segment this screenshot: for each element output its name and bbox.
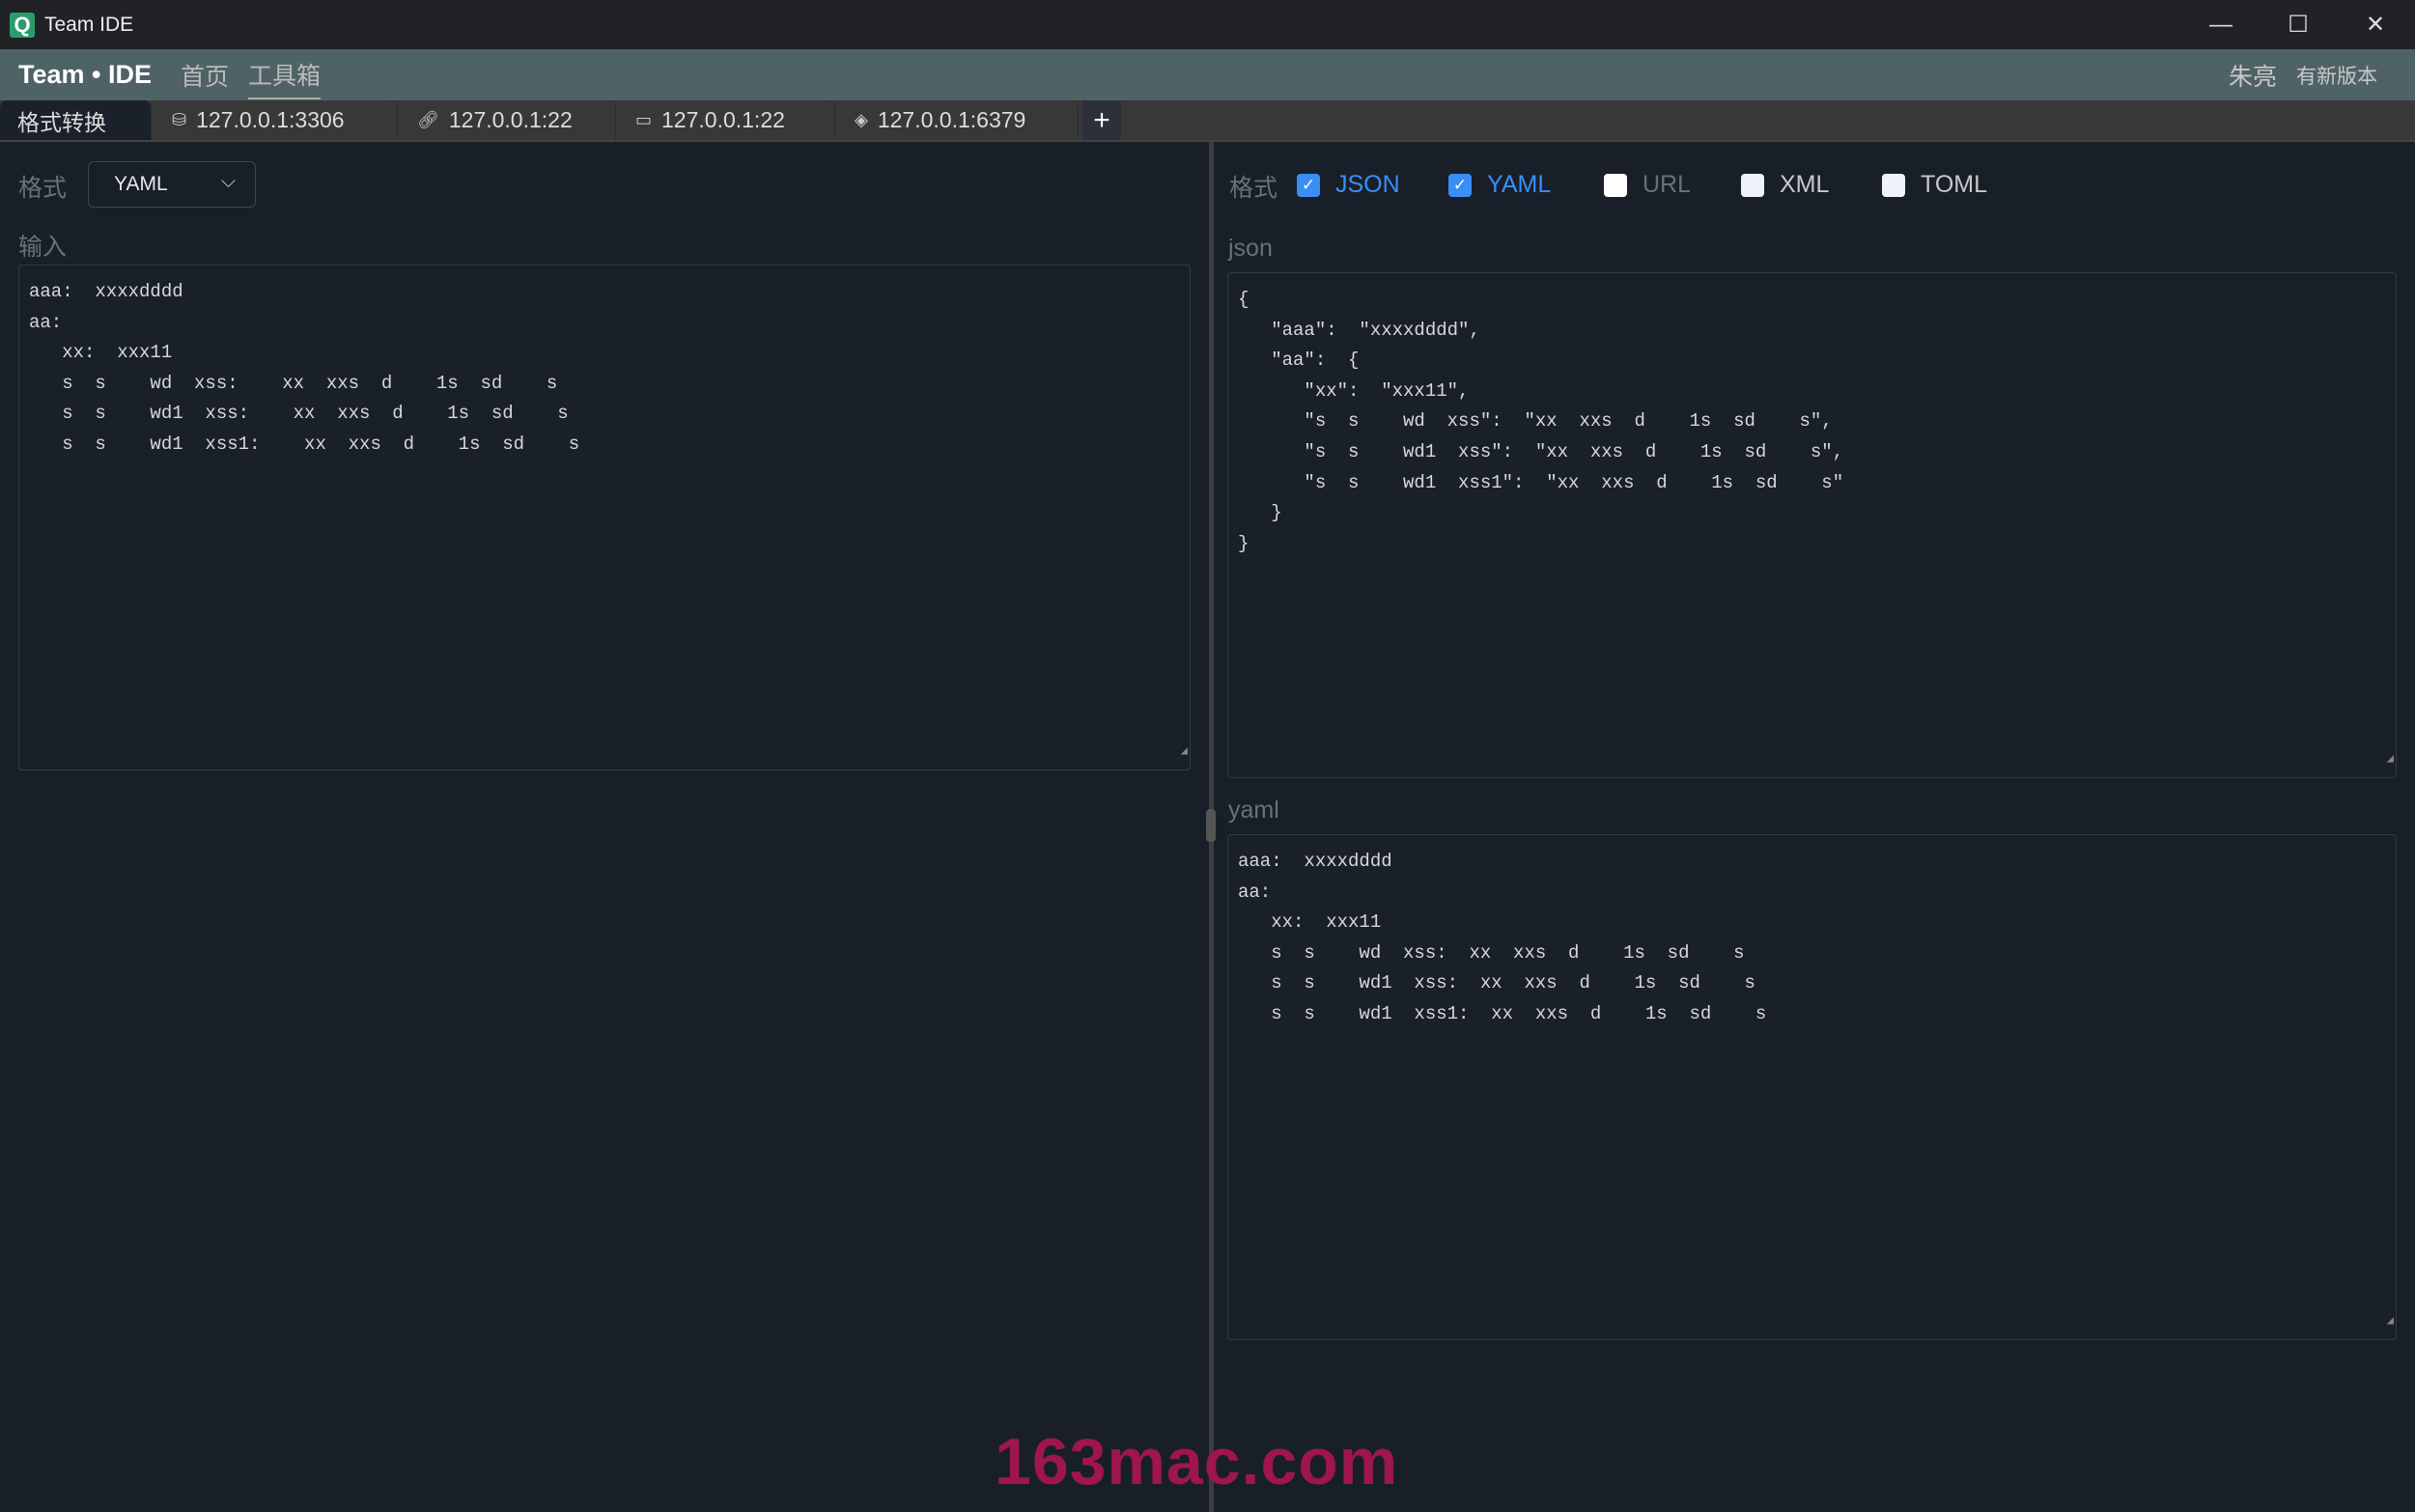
format-label: 格式 (18, 175, 68, 202)
ftp-icon: ▭ (635, 110, 653, 129)
input-textarea[interactable]: aaa: xxxxdddd aa: xx: xxx11 s s wd xss: … (18, 265, 1191, 770)
checkbox-box (1741, 173, 1764, 197)
user-name[interactable]: 朱亮 (2229, 58, 2277, 93)
yaml-output-textarea[interactable]: aaa: xxxxdddd aa: xx: xxx11 s s wd xss: … (1227, 834, 2397, 1340)
brand: Team • IDE (18, 60, 152, 89)
checkbox-label: URL (1643, 171, 1692, 198)
tab-label: 127.0.0.1:22 (448, 107, 573, 132)
add-tab-button[interactable]: + (1082, 100, 1121, 140)
checkbox-label: TOML (1921, 171, 1987, 198)
tab-mysql[interactable]: ⛁ 127.0.0.1:3306 (154, 100, 398, 140)
watermark: 163mac.com (995, 1425, 1399, 1498)
resize-handle-icon[interactable]: ◢ (2387, 1306, 2394, 1337)
checkbox-box (1882, 173, 1905, 197)
close-button[interactable]: ✕ (2337, 0, 2414, 49)
nav-home[interactable]: 首页 (181, 52, 229, 98)
checkbox-xml[interactable]: XML (1741, 171, 1829, 199)
yaml-text: aaa: xxxxdddd aa: xx: xxx11 s s wd xss: … (1238, 851, 1767, 1024)
tab-ssh[interactable]: 🔗︎ 127.0.0.1:22 (398, 100, 616, 140)
checkbox-yaml[interactable]: ✓ YAML (1448, 171, 1551, 199)
tab-label: 格式转换 (17, 109, 106, 135)
tab-ftp[interactable]: ▭ 127.0.0.1:22 (616, 100, 835, 140)
yaml-label: yaml (1228, 797, 1279, 824)
json-label: json (1228, 235, 1273, 262)
output-format-label: 格式 (1229, 175, 1278, 202)
json-text: { "aaa": "xxxxdddd", "aa": { "xx": "xxx1… (1238, 289, 1844, 554)
checkbox-json[interactable]: ✓ JSON (1297, 171, 1400, 199)
resize-handle-icon[interactable]: ◢ (1181, 737, 1188, 768)
checkbox-label: YAML (1487, 171, 1552, 198)
checkbox-box (1604, 173, 1627, 197)
database-icon: ⛁ (172, 110, 187, 129)
app-header: Team • IDE 首页 工具箱 朱亮 有新版本 (0, 49, 2415, 100)
input-label: 输入 (18, 234, 68, 261)
check-icon: ✓ (1297, 173, 1320, 197)
check-icon: ✓ (1448, 173, 1472, 197)
tab-label: 127.0.0.1:3306 (196, 107, 345, 132)
checkbox-label: XML (1780, 171, 1830, 198)
json-output-textarea[interactable]: { "aaa": "xxxxdddd", "aa": { "xx": "xxx1… (1227, 272, 2397, 778)
tab-label: 127.0.0.1:22 (661, 107, 785, 132)
format-select[interactable]: YAML ⌵ (88, 161, 256, 208)
minimize-button[interactable]: — (2182, 0, 2260, 49)
resize-handle-icon[interactable]: ◢ (2387, 744, 2394, 775)
checkbox-url[interactable]: URL (1604, 171, 1691, 199)
window-title: Team IDE (44, 13, 134, 36)
tab-label: 127.0.0.1:6379 (877, 107, 1026, 132)
update-link[interactable]: 有新版本 (2296, 61, 2377, 90)
app-logo-icon: Q (10, 12, 35, 38)
splitter-handle[interactable] (1206, 809, 1216, 842)
checkbox-label: JSON (1335, 171, 1400, 198)
title-bar: Q Team IDE — ☐ ✕ (0, 0, 2415, 49)
link-icon: 🔗︎ (417, 110, 439, 129)
nav-toolbox[interactable]: 工具箱 (248, 51, 322, 99)
maximize-button[interactable]: ☐ (2260, 0, 2337, 49)
tab-bar: 格式转换 ⛁ 127.0.0.1:3306 🔗︎ 127.0.0.1:22 ▭ 127… (0, 100, 2415, 142)
format-select-value: YAML (114, 173, 168, 195)
checkbox-toml[interactable]: TOML (1882, 171, 1987, 199)
input-text: aaa: xxxxdddd aa: xx: xxx11 s s wd xss: … (29, 281, 580, 455)
tab-format-convert[interactable]: 格式转换 (0, 100, 152, 140)
chevron-down-icon: ⌵ (220, 171, 236, 192)
redis-icon: ◈ (855, 110, 868, 129)
tab-redis[interactable]: ◈ 127.0.0.1:6379 (835, 100, 1079, 140)
